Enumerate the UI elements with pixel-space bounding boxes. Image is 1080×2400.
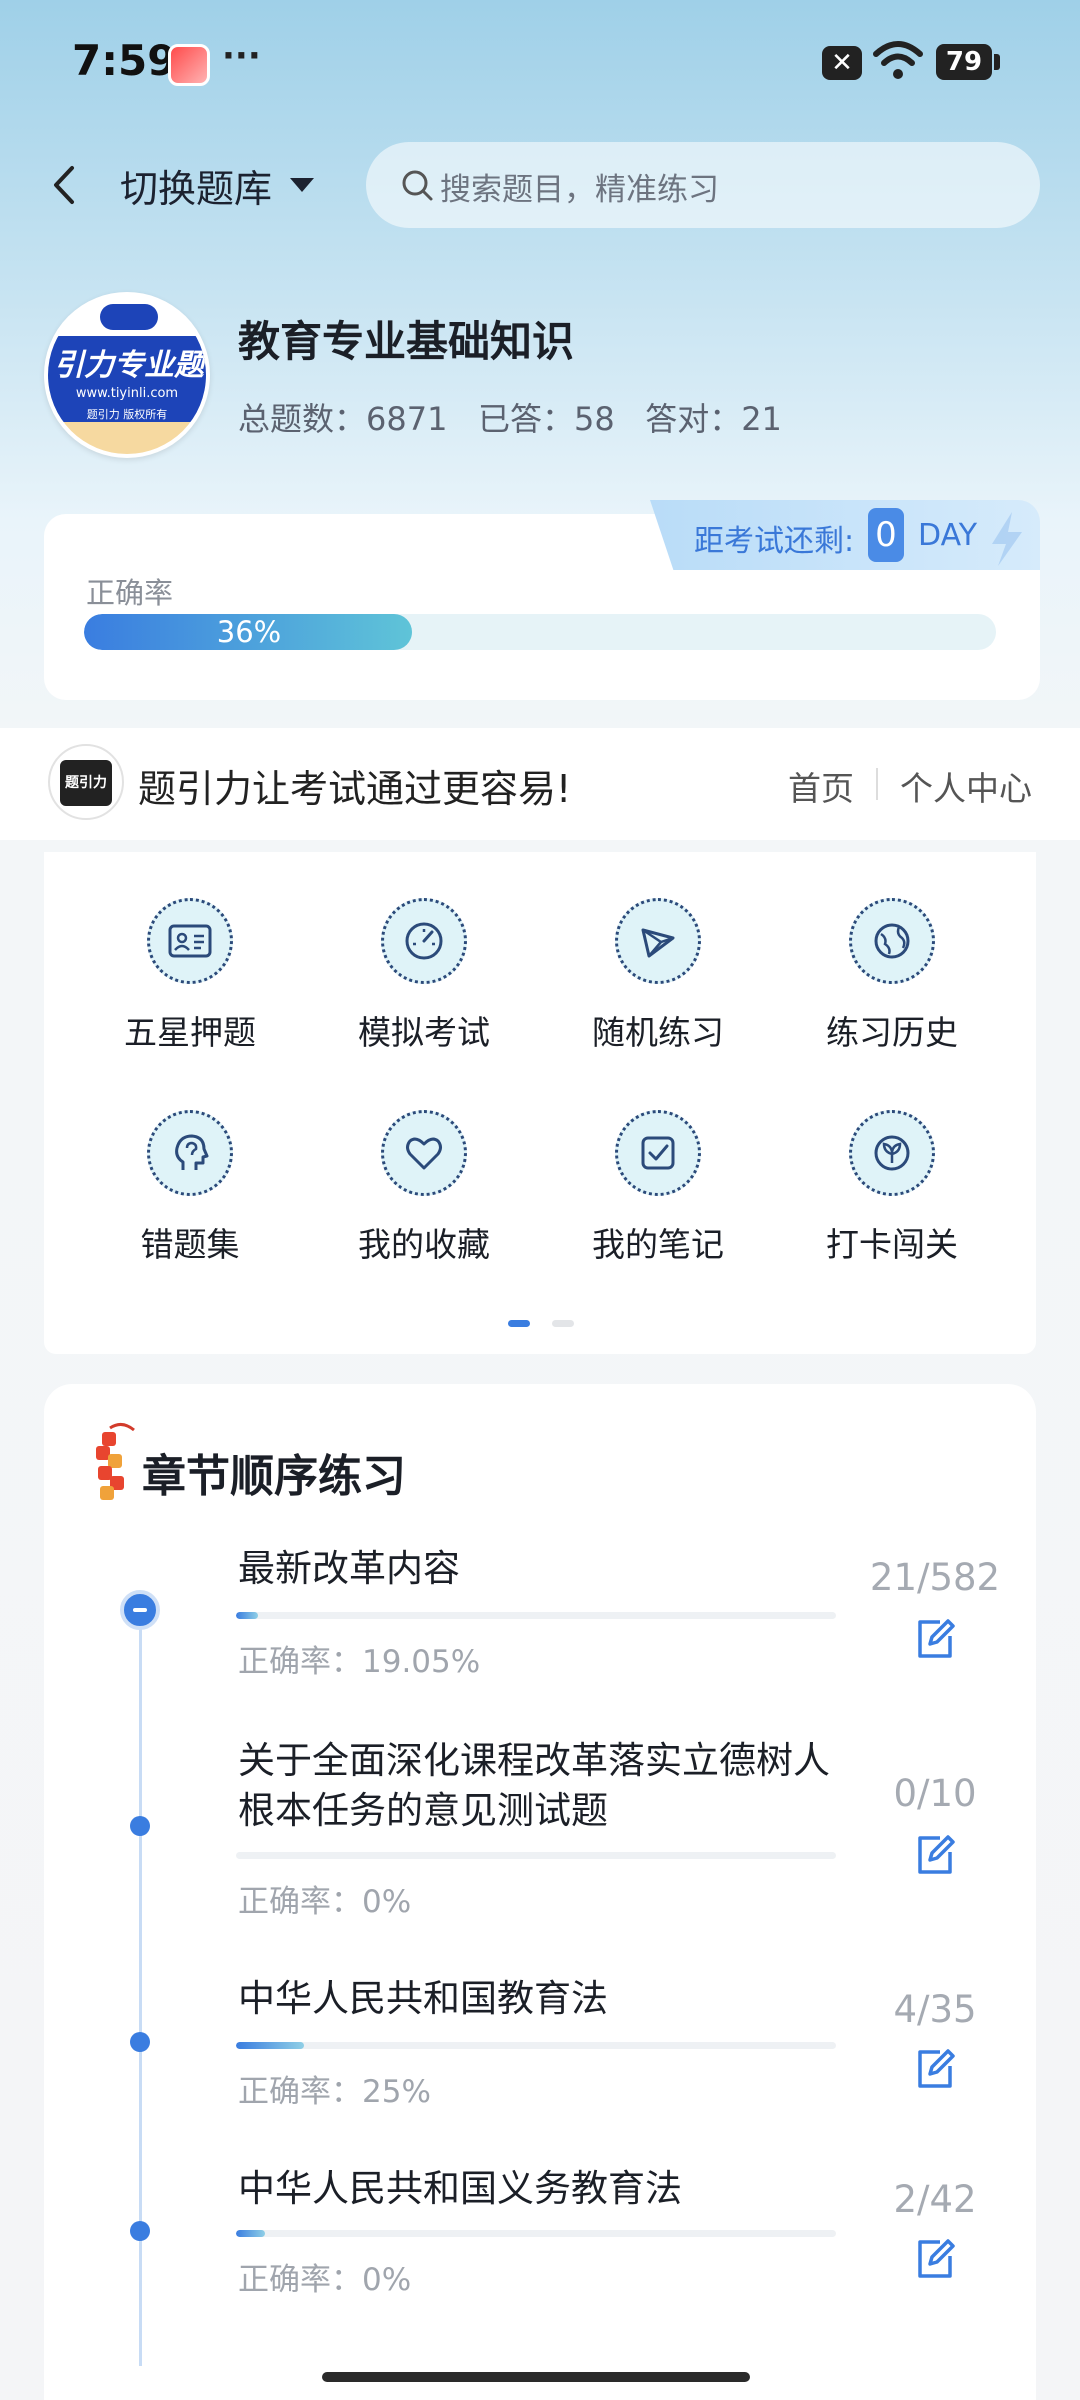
head-icon [147,1110,233,1196]
nav-personal-center-link[interactable]: 个人中心 [900,762,1032,810]
page-indicator-inactive [552,1320,574,1327]
chapter-accuracy: 正确率：0% [238,1884,412,1920]
nav-home-link[interactable]: 首页 [788,762,854,810]
chapter-accuracy: 正确率：19.05% [238,1644,481,1680]
chapter-practice-card [44,1384,1036,2400]
lightning-icon [992,512,1022,566]
firecracker-icon [96,1423,135,1500]
chapter-progress-bar [236,1852,836,1859]
app-notification-icon [168,44,210,86]
chapter-count: 0/10 [893,1772,977,1815]
logo-url: www.tiyinli.com [75,386,179,401]
edit-icon[interactable] [912,2046,958,2092]
note-check-icon [615,1110,701,1196]
chapter-accuracy: 正确率：25% [238,2074,431,2110]
feature-my-favorites[interactable]: 我的收藏 [334,1110,514,1266]
chapter-title[interactable]: 中华人民共和国义务教育法 [238,2164,838,2214]
nav-divider [876,768,878,800]
feature-practice-history[interactable]: 练习历史 [802,898,982,1054]
chapter-progress-bar [236,2042,836,2049]
feature-label: 随机练习 [592,1013,724,1052]
chapter-progress-fill [236,1612,258,1619]
edit-icon[interactable] [912,1616,958,1662]
battery-icon [994,54,1000,70]
signal-off-icon: ✕ [822,46,862,80]
chapter-title[interactable]: 中华人民共和国教育法 [238,1974,838,2024]
search-icon [402,170,433,201]
subject-title: 教育专业基础知识 [238,317,575,366]
page-indicator-active [508,1320,530,1327]
feature-my-notes[interactable]: 我的笔记 [568,1110,748,1266]
chapter-count: 21/582 [869,1556,1001,1599]
heart-icon [381,1110,467,1196]
collapse-icon[interactable] [120,1590,160,1630]
accuracy-label: 正确率 [86,576,174,610]
badge-icon [849,1110,935,1196]
battery-level: 79 [936,44,992,80]
chapter-accuracy: 正确率：0% [238,2262,412,2298]
timeline-dot [130,2221,150,2241]
gauge-icon [381,898,467,984]
feature-wrong-questions[interactable]: 错题集 [100,1110,280,1266]
feature-label: 五星押题 [124,1013,256,1052]
status-time: 7:59 [72,36,177,85]
chapter-count: 2/42 [893,2178,977,2221]
feature-label: 错题集 [140,1225,240,1264]
search-placeholder[interactable]: 搜索题目，精准练习 [440,164,719,209]
edit-icon[interactable] [912,1832,958,1878]
chapter-progress-fill [236,2042,305,2049]
feature-grid: 五星押题 模拟考试 随机练习 练习历史 错题集 我的收藏 我的笔记 打卡闯关 [44,852,1036,1354]
feature-label: 打卡闯关 [826,1225,958,1264]
subject-logo: 引力专业题 www.tiyinli.com 题引力 版权所有 [44,292,210,458]
timeline-dot [130,2032,150,2052]
brand-logo: 题引力 [48,744,124,820]
chapter-title[interactable]: 关于全面深化课程改革落实立德树人根本任务的意见测试题 [238,1736,838,1836]
chapter-title[interactable]: 最新改革内容 [238,1544,838,1594]
more-notifications-icon: ··· [222,36,261,76]
chapter-count: 4/35 [893,1988,977,2031]
feature-mock-exam[interactable]: 模拟考试 [334,898,514,1054]
slogan-text: 题引力让考试通过更容易! [138,767,572,811]
feature-label: 练习历史 [826,1013,958,1052]
switch-question-bank-button[interactable]: 切换题库 [120,158,272,213]
exam-countdown-unit: DAY [918,518,978,553]
id-card-icon [147,898,233,984]
question-stats: 总题数：6871 已答：58 答对：21 [238,400,782,438]
edit-icon[interactable] [912,2236,958,2282]
feature-label: 我的收藏 [358,1225,490,1264]
logo-copyright: 题引力 版权所有 [86,408,168,421]
chapter-progress-bar [236,1612,836,1619]
feature-random-practice[interactable]: 随机练习 [568,898,748,1054]
chapter-section-title: 章节顺序练习 [142,1451,406,1502]
feature-five-star[interactable]: 五星押题 [100,898,280,1054]
brand-logo-text: 题引力 [60,760,112,806]
back-arrow-icon[interactable] [44,160,84,210]
timeline-dot [130,1816,150,1836]
feature-label: 我的笔记 [592,1225,724,1264]
feature-label: 模拟考试 [358,1013,490,1052]
chapter-progress-bar [236,2230,836,2237]
caret-down-icon[interactable] [288,176,316,194]
accuracy-percent: 36% [216,615,282,649]
logo-text: 引力专业题 [54,348,204,383]
chapter-timeline [139,1606,142,2366]
exam-countdown-days: 0 [868,508,904,562]
shuffle-icon [615,898,701,984]
exam-countdown-label: 距考试还剩: [694,524,855,559]
home-indicator[interactable] [322,2372,750,2382]
chapter-progress-fill [236,2230,265,2237]
globe-icon [849,898,935,984]
wifi-icon [873,41,923,79]
feature-check-in[interactable]: 打卡闯关 [802,1110,982,1266]
